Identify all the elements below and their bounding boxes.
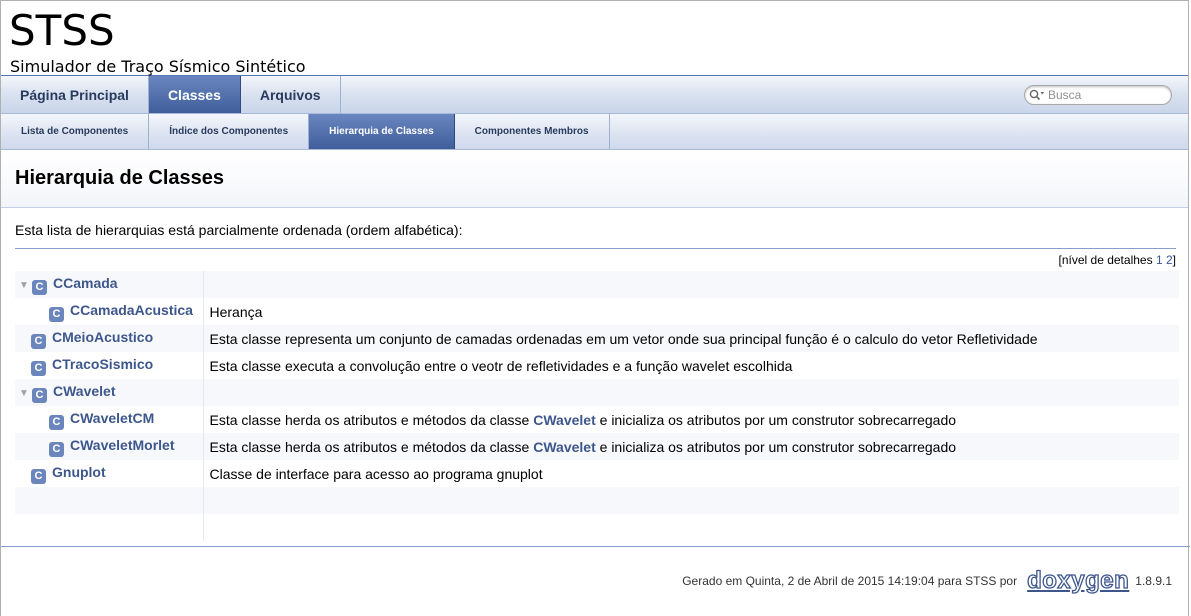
tab-label: Lista de Componentes <box>21 126 129 137</box>
class-link-cwaveletmorlet[interactable]: CWaveletMorlet <box>70 437 175 453</box>
footer-version: 1.8.9.1 <box>1135 574 1172 588</box>
tab-lista-de-componentes[interactable]: Lista de Componentes <box>1 114 150 149</box>
desc-text: Esta classe herda os atributos e métodos… <box>209 411 534 428</box>
desc-text: e inicializa os atributos por um constru… <box>595 438 957 455</box>
table-row: C Gnuplot Classe de interface para acesso… <box>15 460 1179 487</box>
search-icon[interactable] <box>1029 89 1045 101</box>
detail-level-selector: [nível de detalhes 1 2] <box>15 249 1176 271</box>
tab-componentes-membros[interactable]: Componentes Membros <box>455 114 610 149</box>
triangle-down-icon[interactable]: ▼ <box>16 388 32 399</box>
class-c-icon: C <box>31 360 46 376</box>
class-hierarchy-table: ▼ C CCamada C CCamadaAcustica Herança C CMei… <box>15 271 1179 541</box>
class-c-icon: C <box>49 306 64 322</box>
title-area: STSS Simulador de Traço Sísmico Sintétic… <box>1 1 1188 76</box>
row-description: Classe de interface para acesso ao progr… <box>209 465 543 482</box>
page-contents: Esta lista de hierarquias está parcialme… <box>1 208 1188 541</box>
class-c-icon: C <box>32 279 47 295</box>
table-row: C CMeioAcustico Esta classe representa um… <box>15 325 1179 352</box>
class-c-icon: C <box>32 387 47 403</box>
intro-text: Esta lista de hierarquias está parcialme… <box>15 208 1176 249</box>
table-row: C CTracoSismico Esta classe executa a con… <box>15 352 1179 379</box>
tab-label: Arquivos <box>259 86 321 103</box>
doxygen-page: STSS Simulador de Traço Sísmico Sintétic… <box>0 0 1190 616</box>
table-row: ▼ C CWavelet <box>15 379 1179 406</box>
triangle-down-icon[interactable]: ▼ <box>16 280 32 291</box>
footer-divider <box>1 546 1190 547</box>
footer-text: Gerado em Quinta, 2 de Abril de 2015 14:… <box>682 574 1018 588</box>
class-link-ccamadaacustica[interactable]: CCamadaAcustica <box>70 302 193 318</box>
tab-classes[interactable]: Classes <box>148 76 241 113</box>
row-description: Esta classe executa a convolução entre o… <box>209 357 793 374</box>
doxygen-logo[interactable]: doxygen <box>1026 566 1129 595</box>
tab-indice-dos-componentes[interactable]: Índice dos Componentes <box>149 114 310 149</box>
row-description: Esta classe representa um conjunto de ca… <box>209 330 1038 347</box>
search-input[interactable] <box>1048 88 1168 102</box>
class-link-gnuplot[interactable]: Gnuplot <box>52 464 106 480</box>
row-description <box>203 271 1179 298</box>
tab-label: Hierarquia de Classes <box>329 126 434 137</box>
page-title: Hierarquia de Classes <box>15 167 224 189</box>
desc-text: Esta classe herda os atributos e métodos… <box>209 438 534 455</box>
class-link-ctracosismico[interactable]: CTracoSismico <box>52 356 153 372</box>
class-c-icon: C <box>31 333 46 349</box>
project-brief: Simulador de Traço Sísmico Sintético <box>10 57 306 76</box>
level-1-link[interactable]: 1 <box>1156 253 1163 267</box>
tab-pagina-principal[interactable]: Página Principal <box>1 76 149 113</box>
class-link-cwavelet[interactable]: CWavelet <box>53 383 116 399</box>
class-link-cmeioacustico[interactable]: CMeioAcustico <box>52 329 153 345</box>
table-row-empty <box>15 514 1179 541</box>
class-link-ccamada[interactable]: CCamada <box>53 275 118 291</box>
table-row-empty <box>15 487 1179 514</box>
project-name: STSS <box>9 6 115 55</box>
tab-label: Classes <box>167 86 221 103</box>
footer: Gerado em Quinta, 2 de Abril de 2015 14:… <box>682 566 1172 595</box>
table-row: ▼ C CCamada <box>15 271 1179 298</box>
tab-label: Índice dos Componentes <box>169 126 289 137</box>
tab-hierarquia-de-classes[interactable]: Hierarquia de Classes <box>309 114 455 149</box>
sub-nav-tabs: Lista de Componentes Índice dos Componen… <box>1 114 1188 150</box>
tab-label: Componentes Membros <box>474 126 589 137</box>
levels-prefix: [nível de detalhes <box>1058 253 1153 267</box>
table-row: C CCamadaAcustica Herança <box>15 298 1179 325</box>
class-c-icon: C <box>49 414 64 430</box>
desc-link-cwavelet[interactable]: CWavelet <box>533 412 596 428</box>
row-description: Esta classe herda os atributos e métodos… <box>203 433 1179 460</box>
tab-arquivos[interactable]: Arquivos <box>241 76 341 113</box>
table-row: C CWaveletMorlet Esta classe herda os atr… <box>15 433 1179 460</box>
class-c-icon: C <box>31 468 46 484</box>
desc-text: e inicializa os atributos por um constru… <box>595 411 957 428</box>
levels-suffix: ] <box>1172 253 1176 267</box>
level-2-link[interactable]: 2 <box>1166 253 1173 267</box>
row-description: Herança <box>209 303 263 320</box>
tab-label: Página Principal <box>20 86 129 103</box>
desc-link-cwavelet[interactable]: CWavelet <box>533 439 596 455</box>
table-row: C CWaveletCM Esta classe herda os atribut… <box>15 406 1179 433</box>
row-description: Esta classe herda os atributos e métodos… <box>203 406 1179 433</box>
class-link-cwaveletcm[interactable]: CWaveletCM <box>70 410 154 426</box>
search-box <box>1024 85 1172 105</box>
class-c-icon: C <box>49 441 64 457</box>
row-description <box>203 379 1179 406</box>
page-header: Hierarquia de Classes <box>1 150 1188 208</box>
main-nav-tabs: Página Principal Classes Arquivos <box>1 76 1188 114</box>
